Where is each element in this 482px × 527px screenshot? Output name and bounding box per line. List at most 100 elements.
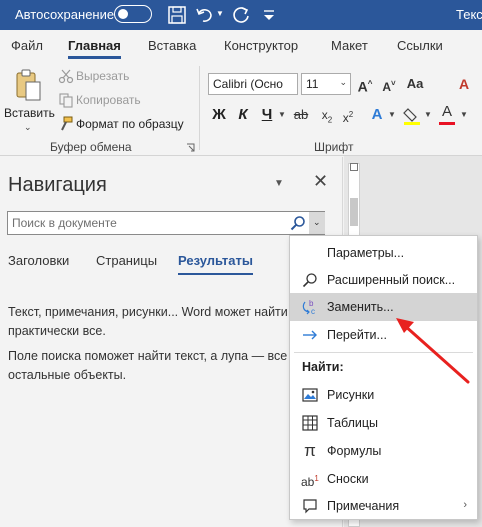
pane-options-icon[interactable]: ▼ bbox=[274, 178, 284, 189]
tab-layout[interactable]: Макет bbox=[331, 38, 368, 53]
italic-button[interactable]: К bbox=[232, 104, 254, 126]
underline-dropdown-icon[interactable]: ▼ bbox=[278, 110, 286, 119]
search-hint-text: Поле поиска поможет найти текст, а лупа … bbox=[8, 349, 288, 382]
svg-text:c: c bbox=[311, 307, 315, 316]
menu-item-options[interactable]: Параметры... bbox=[290, 239, 477, 267]
footnote-icon: ab1 bbox=[301, 474, 319, 489]
text-effects-dropdown-icon[interactable]: ▼ bbox=[388, 110, 396, 119]
nav-pane-title: Навигация bbox=[8, 174, 107, 196]
undo-dropdown-icon[interactable]: ▼ bbox=[216, 9, 224, 18]
paste-button[interactable]: Вставить ⌄ bbox=[4, 64, 55, 134]
ribbon-tabs: Файл Главная Вставка Конструктор Макет С… bbox=[0, 30, 482, 60]
menu-item-pictures[interactable]: Рисунки bbox=[290, 381, 477, 409]
highlight-icon[interactable] bbox=[402, 106, 422, 126]
ruler-indent bbox=[350, 198, 358, 226]
text-effects-icon[interactable]: A bbox=[366, 104, 388, 126]
search-placeholder: Поиск в документе bbox=[12, 216, 117, 230]
arrow-right-icon bbox=[303, 330, 317, 340]
tab-pages[interactable]: Страницы bbox=[96, 253, 157, 268]
cut-label: Вырезать bbox=[76, 69, 130, 83]
clear-formatting-icon[interactable]: A bbox=[453, 73, 475, 95]
tab-references[interactable]: Ссылки bbox=[397, 38, 443, 53]
menu-item-label: Перейти... bbox=[327, 328, 387, 342]
menu-item-label: Заменить... bbox=[327, 300, 394, 314]
menu-item-label: Таблицы bbox=[327, 416, 379, 430]
superscript-icon[interactable]: x2 bbox=[337, 104, 359, 126]
chevron-down-icon: ⌄ bbox=[339, 77, 347, 87]
tab-file[interactable]: Файл bbox=[11, 38, 43, 53]
picture-icon bbox=[302, 388, 318, 402]
menu-item-formulas[interactable]: π Формулы bbox=[290, 437, 477, 465]
menu-item-label: Формулы bbox=[327, 444, 382, 458]
menu-item-label: Расширенный поиск... bbox=[327, 273, 456, 287]
quick-access-more-icon[interactable] bbox=[258, 4, 280, 26]
tab-results[interactable]: Результаты bbox=[178, 253, 253, 275]
bold-button[interactable]: Ж bbox=[208, 104, 230, 126]
redo-icon[interactable] bbox=[230, 4, 252, 26]
clipboard-icon bbox=[16, 69, 41, 101]
underline-button[interactable]: Ч bbox=[256, 104, 278, 126]
autosave-label: Автосохранение bbox=[15, 7, 115, 22]
menu-separator bbox=[294, 352, 473, 353]
paste-dropdown-icon[interactable]: ⌄ bbox=[24, 122, 32, 133]
ribbon: Вставить ⌄ Вырезать Копировать Формат по… bbox=[0, 60, 482, 156]
autosave-toggle[interactable] bbox=[114, 5, 152, 23]
find-section-header: Найти: bbox=[302, 360, 344, 374]
menu-item-label: Параметры... bbox=[327, 246, 405, 260]
ruler-corner bbox=[350, 163, 358, 171]
font-color-dropdown-icon[interactable]: ▼ bbox=[460, 110, 468, 119]
font-size-select[interactable]: 11 ⌄ bbox=[301, 73, 351, 95]
tab-design[interactable]: Конструктор bbox=[224, 38, 298, 53]
replace-icon: b c bbox=[302, 299, 315, 316]
comment-icon bbox=[303, 499, 317, 514]
menu-item-advanced-find[interactable]: Расширенный поиск... bbox=[290, 266, 477, 294]
tab-home[interactable]: Главная bbox=[68, 38, 121, 59]
clipboard-group-label: Буфер обмена bbox=[50, 140, 132, 154]
shrink-font-icon[interactable]: A˅ bbox=[378, 73, 400, 95]
chevron-down-icon: ⌄ bbox=[313, 217, 321, 227]
document-title: Текс bbox=[456, 7, 482, 22]
grow-font-icon[interactable]: A^ bbox=[354, 73, 376, 95]
undo-icon[interactable] bbox=[194, 4, 216, 26]
menu-item-replace[interactable]: b c Заменить... bbox=[290, 293, 477, 321]
scissors-icon bbox=[58, 69, 74, 84]
menu-item-tables[interactable]: Таблицы bbox=[290, 409, 477, 437]
copy-icon bbox=[59, 93, 73, 108]
tab-insert[interactable]: Вставка bbox=[148, 38, 196, 53]
title-bar: Автосохранение ▼ Текс bbox=[0, 0, 482, 30]
search-icon[interactable] bbox=[290, 215, 306, 231]
font-size-value: 11 bbox=[306, 77, 319, 91]
menu-item-goto[interactable]: Перейти... bbox=[290, 321, 477, 349]
font-color-bar bbox=[439, 122, 455, 125]
table-icon bbox=[302, 415, 318, 431]
group-separator bbox=[199, 66, 200, 150]
font-name-value: Calibri (Осно bbox=[213, 77, 283, 91]
menu-item-label: Сноски bbox=[327, 472, 369, 486]
menu-item-footnotes[interactable]: ab1 Сноски bbox=[290, 465, 477, 493]
copy-label: Копировать bbox=[76, 93, 141, 107]
search-input[interactable]: Поиск в документе ⌄ bbox=[7, 211, 325, 235]
subscript-icon[interactable]: x2 bbox=[316, 104, 338, 126]
menu-item-comments[interactable]: Примечания › bbox=[290, 492, 477, 520]
menu-item-label: Рисунки bbox=[327, 388, 375, 402]
paintbrush-icon bbox=[61, 116, 73, 131]
results-hint-text: Текст, примечания, рисунки... Word может… bbox=[8, 305, 288, 338]
font-group-label: Шрифт bbox=[314, 140, 354, 154]
font-name-select[interactable]: Calibri (Осно bbox=[208, 73, 298, 95]
close-icon[interactable]: ✕ bbox=[313, 171, 328, 192]
chevron-right-icon: › bbox=[463, 499, 467, 511]
highlight-dropdown-icon[interactable]: ▼ bbox=[424, 110, 432, 119]
paste-label: Вставить bbox=[4, 106, 55, 120]
menu-item-label: Примечания bbox=[327, 499, 400, 513]
format-painter-label: Формат по образцу bbox=[76, 117, 184, 131]
strikethrough-icon[interactable]: ab bbox=[290, 104, 312, 126]
search-options-menu: Параметры... Расширенный поиск... b c За… bbox=[289, 235, 478, 520]
pi-icon: π bbox=[304, 441, 316, 460]
search-icon bbox=[302, 273, 317, 288]
tab-headings[interactable]: Заголовки bbox=[8, 253, 69, 268]
change-case-icon[interactable]: Aa bbox=[404, 73, 426, 95]
font-color-icon[interactable]: A bbox=[436, 101, 458, 123]
search-options-dropdown[interactable]: ⌄ bbox=[309, 212, 325, 234]
clipboard-launcher-icon[interactable] bbox=[186, 143, 195, 152]
save-icon[interactable] bbox=[166, 4, 188, 26]
